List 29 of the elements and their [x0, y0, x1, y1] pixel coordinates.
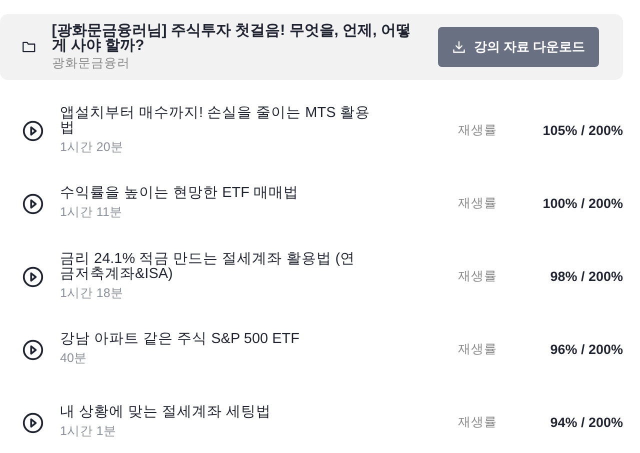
progress-label: 재생률 [457, 268, 498, 285]
lesson-duration: 1시간 1분 [60, 423, 118, 440]
lesson-title[interactable]: 수익률을 높이는 현망한 ETF 매매법 [60, 186, 370, 201]
lesson-title[interactable]: 금리 24.1% 적금 만드는 절세계좌 활용법 (연금저축계좌&ISA) [60, 252, 370, 282]
download-button[interactable]: 강의 자료 다운로드 [438, 27, 599, 67]
play-icon[interactable] [22, 192, 44, 214]
progress-label: 재생률 [457, 122, 498, 139]
lesson-duration: 1시간 11분 [60, 204, 124, 221]
progress-value: 96% / 200% [549, 342, 623, 356]
play-icon[interactable] [22, 338, 44, 360]
play-icon[interactable] [22, 412, 44, 434]
course-title: [광화문금융러님] 주식투자 첫걸음! 무엇을, 언제, 어떻게 사야 할까? [52, 22, 412, 52]
lesson-duration: 1시간 20분 [60, 138, 124, 156]
progress-value: 105% / 200% [542, 124, 623, 138]
download-icon [452, 40, 466, 54]
instructor-name: 광화문금융러 [52, 54, 131, 72]
lesson-title[interactable]: 내 상황에 맞는 절세계좌 세팅법 [60, 405, 370, 420]
progress-value: 94% / 200% [549, 416, 623, 430]
play-icon[interactable] [22, 120, 44, 142]
lesson-duration: 40분 [60, 350, 88, 367]
progress-label: 재생률 [457, 341, 498, 358]
progress-label: 재생률 [457, 195, 498, 212]
progress-value: 98% / 200% [549, 270, 623, 284]
progress-value: 100% / 200% [542, 196, 623, 210]
lesson-title[interactable]: 앱설치부터 매수까지! 손실을 줄이는 MTS 활용법 [60, 106, 370, 136]
lesson-title[interactable]: 강남 아파트 같은 주식 S&P 500 ETF [60, 332, 370, 347]
progress-label: 재생률 [457, 414, 498, 431]
lesson-duration: 1시간 18분 [60, 284, 124, 302]
play-icon[interactable] [22, 266, 44, 288]
